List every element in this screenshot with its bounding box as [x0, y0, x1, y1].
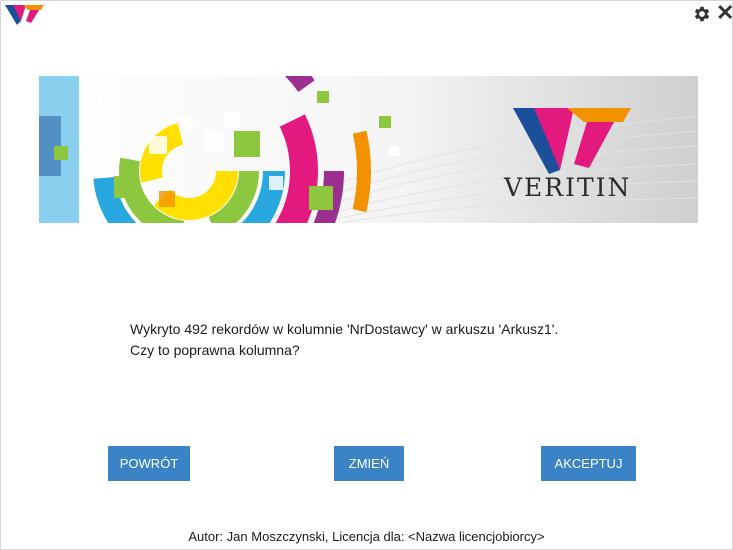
message-line-1: Wykryto 492 rekordów w kolumnie 'NrDosta…: [130, 321, 559, 337]
veritin-logo-icon: [5, 5, 44, 25]
brand-name: VERITIN: [504, 173, 632, 202]
header-banner: VERITIN: [39, 76, 698, 223]
message-text: Wykryto 492 rekordów w kolumnie 'NrDosta…: [130, 319, 650, 361]
gear-icon[interactable]: [692, 4, 712, 24]
back-button[interactable]: POWRÓT: [108, 446, 190, 481]
change-button[interactable]: ZMIEŃ: [334, 446, 404, 481]
message-line-2: Czy to poprawna kolumna?: [130, 342, 300, 358]
accept-button[interactable]: AKCEPTUJ: [541, 446, 636, 481]
footer-license-text: Autor: Jan Moszczynski, Licencja dla: <N…: [188, 529, 545, 544]
close-icon[interactable]: ✕: [716, 2, 733, 24]
